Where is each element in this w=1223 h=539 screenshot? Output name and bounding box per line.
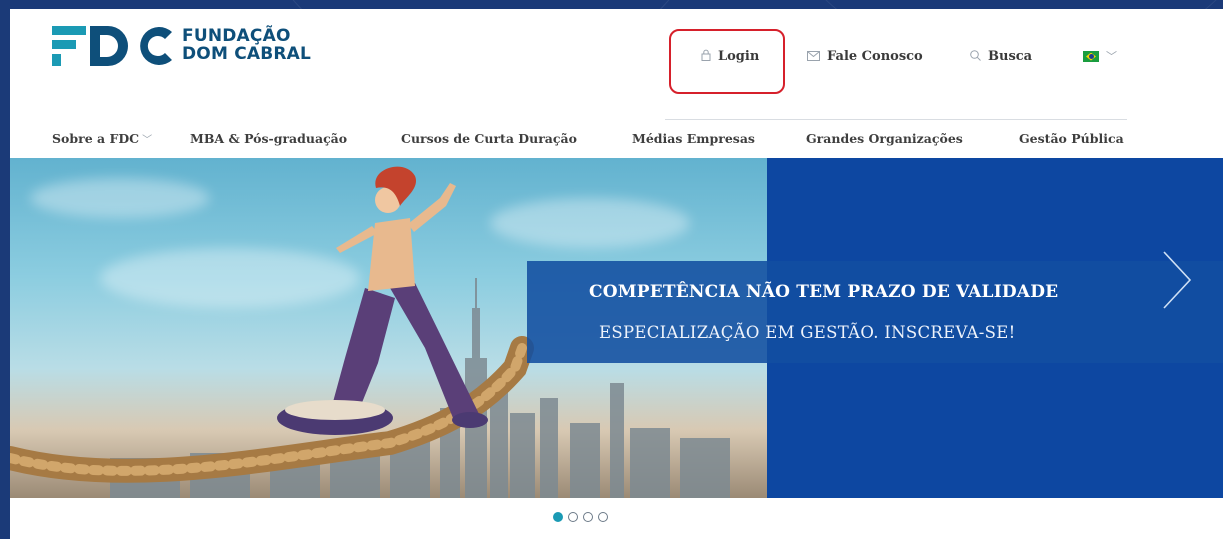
hero-caption-box: [527, 261, 1223, 363]
header-divider: [665, 119, 1127, 120]
chevron-right-icon[interactable]: [1160, 250, 1194, 310]
carousel-dot-1[interactable]: [553, 512, 563, 522]
carousel-dot-2[interactable]: [568, 512, 578, 522]
envelope-icon: [807, 50, 820, 64]
nav-item-gestao-publica[interactable]: Gestão Pública: [1019, 131, 1124, 146]
chevron-down-icon[interactable]: ﹀: [1106, 48, 1117, 64]
nav-item-label: Sobre a FDC: [52, 131, 140, 146]
logo-line-2: DOM CABRAL: [182, 44, 312, 64]
search-link[interactable]: Busca: [970, 49, 1032, 64]
nav-item-medias-empresas[interactable]: Médias Empresas: [632, 131, 755, 146]
login-highlight-annotation: [669, 29, 785, 94]
carousel-dot-4[interactable]: [598, 512, 608, 522]
hero-carousel: COMPETÊNCIA NÃO TEM PRAZO DE VALIDADE ES…: [10, 158, 1223, 498]
nav-item-sobre[interactable]: Sobre a FDC ﹀: [52, 131, 152, 146]
logo-wordmark: FUNDAÇÃO DOM CABRAL: [182, 27, 311, 63]
fdc-logo[interactable]: FUNDAÇÃO DOM CABRAL: [52, 22, 311, 68]
carousel-pagination: [553, 512, 608, 522]
hero-title: COMPETÊNCIA NÃO TEM PRAZO DE VALIDADE: [589, 282, 1059, 302]
brazil-flag-icon[interactable]: [1083, 51, 1099, 62]
search-icon: [970, 49, 981, 64]
contact-label: Fale Conosco: [827, 49, 923, 64]
contact-link[interactable]: Fale Conosco: [807, 49, 923, 64]
search-label: Busca: [988, 49, 1033, 64]
nav-item-grandes-organizacoes[interactable]: Grandes Organizações: [806, 131, 963, 146]
fdc-logo-mark-icon: [52, 26, 172, 66]
nav-item-cursos[interactable]: Cursos de Curta Duração: [401, 131, 577, 146]
logo-line-1: FUNDAÇÃO: [182, 26, 291, 46]
browser-page: FUNDAÇÃO DOM CABRAL Login Fale Conosco B…: [10, 9, 1223, 539]
nav-item-mba[interactable]: MBA & Pós-graduação: [190, 131, 347, 146]
carousel-dot-3[interactable]: [583, 512, 593, 522]
hero-subtitle[interactable]: ESPECIALIZAÇÃO EM GESTÃO. INSCREVA-SE!: [599, 323, 1159, 342]
chevron-down-icon: ﹀: [142, 135, 153, 146]
